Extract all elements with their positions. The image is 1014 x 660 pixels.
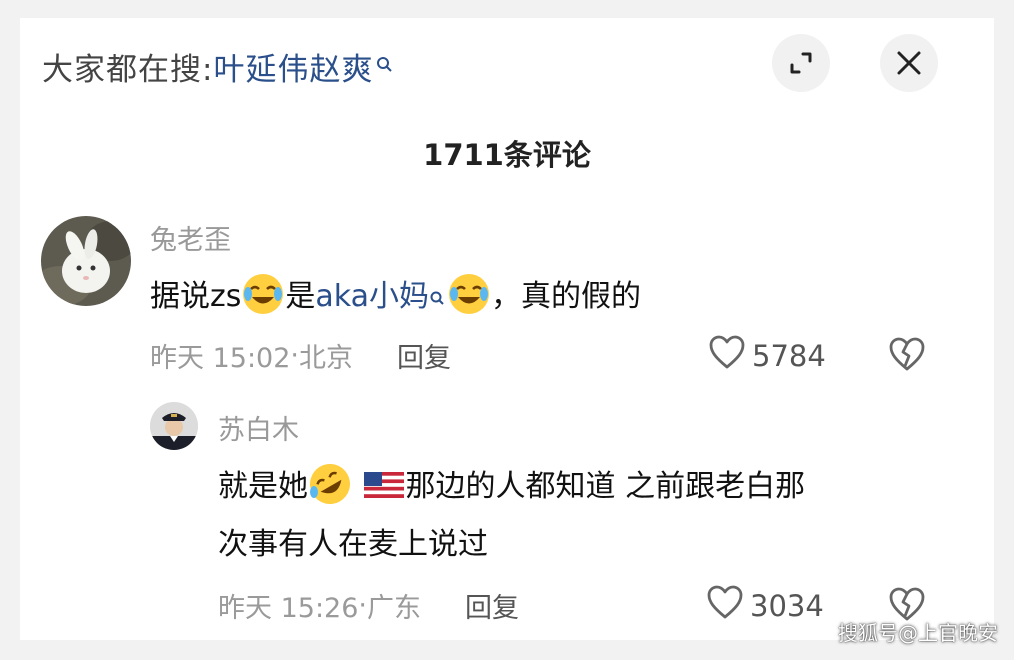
search-icon [375, 53, 395, 79]
search-suggestion[interactable]: 大家都在搜: 叶延伟赵爽 [42, 42, 395, 90]
comment-time: 昨天 15:02 [150, 343, 291, 374]
rofl-emoji-icon [308, 462, 352, 506]
comment-text: 就是她 那边的人都知道 之前跟老白那 次事有人在麦上说过 [218, 458, 938, 574]
like-button[interactable]: 5784 [708, 334, 826, 377]
search-term-link[interactable]: 叶延伟赵爽 [213, 44, 373, 89]
expand-icon [786, 48, 816, 78]
comment-text-part: 就是她 [218, 469, 308, 504]
reply-button[interactable]: 回复 [397, 336, 451, 375]
search-prefix: 大家都在搜: [42, 51, 214, 88]
broken-heart-icon [888, 337, 926, 376]
like-count: 3034 [750, 588, 824, 623]
comment-text-part: 次事有人在麦上说过 [218, 527, 488, 562]
comment-text-part: 据说zs [150, 279, 242, 314]
reply-button[interactable]: 回复 [465, 586, 519, 625]
comment-text: 据说zs 是aka小妈 ，真的假的 [150, 268, 641, 326]
rabbit-avatar-icon [41, 216, 131, 306]
dot-separator: · [290, 340, 299, 371]
comment-text-part: 那边的人都知道 之前跟老白那 [405, 469, 806, 504]
like-button[interactable]: 3034 [706, 584, 824, 627]
watermark: 搜狐号@上官晚安 [838, 621, 998, 645]
comment-username[interactable]: 兔老歪 [150, 218, 231, 257]
us-flag-icon [362, 462, 406, 506]
comment-text-part: ，真的假的 [491, 279, 642, 314]
comment-location: 北京 [299, 343, 353, 374]
avatar[interactable] [150, 402, 198, 450]
search-term-link[interactable]: aka小妈 [315, 279, 429, 314]
search-icon [429, 274, 447, 332]
close-button[interactable] [880, 34, 938, 92]
heart-icon [706, 584, 750, 627]
comment-time: 昨天 15:26 [218, 593, 359, 624]
crying-laughing-emoji-icon [447, 272, 491, 316]
dislike-button[interactable] [888, 336, 926, 376]
heart-icon [708, 334, 752, 377]
dot-separator: · [358, 590, 367, 621]
avatar[interactable] [41, 216, 131, 306]
comment-username[interactable]: 苏白木 [218, 408, 299, 447]
pilot-avatar-icon [150, 402, 198, 450]
comment-panel: 大家都在搜: 叶延伟赵爽 1711条评论 兔老歪 据说zs 是aka小妈 ，真的… [20, 18, 994, 640]
comment-text-part: 是 [285, 279, 316, 314]
like-count: 5784 [752, 338, 826, 373]
crying-laughing-emoji-icon [241, 272, 285, 316]
comment-location: 广东 [367, 593, 421, 624]
comment-meta: 昨天 15:26 · 广东 回复 [218, 586, 519, 625]
comment-meta: 昨天 15:02 · 北京 回复 [150, 336, 451, 375]
close-icon [895, 49, 923, 77]
expand-button[interactable] [772, 34, 830, 92]
comment-count-title: 1711条评论 [423, 138, 591, 172]
